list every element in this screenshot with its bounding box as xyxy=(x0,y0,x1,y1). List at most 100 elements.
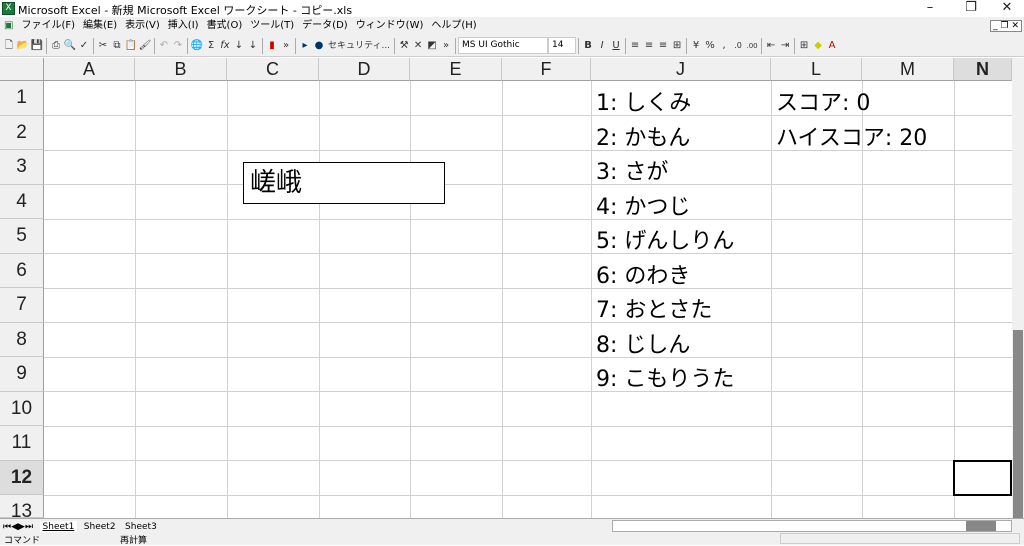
decrease-decimal-icon[interactable]: .00 xyxy=(745,37,759,55)
decrease-indent-icon[interactable]: ⇤ xyxy=(764,37,778,55)
security-button[interactable]: セキュリティ... xyxy=(326,37,392,55)
more-buttons-icon[interactable]: » xyxy=(279,37,293,55)
align-left-icon[interactable]: ≡ xyxy=(628,37,642,55)
column-header-a[interactable]: A xyxy=(44,58,135,81)
row-header-4[interactable]: 4 xyxy=(0,184,44,219)
restore-icon[interactable]: ❐ xyxy=(956,0,986,15)
underline-icon[interactable]: U xyxy=(609,37,623,55)
close-icon[interactable]: ✕ xyxy=(992,0,1022,15)
percent-icon[interactable]: % xyxy=(703,37,717,55)
column-header-d[interactable]: D xyxy=(319,58,410,81)
redo-icon[interactable]: ↷ xyxy=(171,37,185,55)
open-icon[interactable]: 📂 xyxy=(16,37,30,55)
menu-view[interactable]: 表示(V) xyxy=(121,17,164,35)
row-header-10[interactable]: 10 xyxy=(0,391,44,426)
cell-j1[interactable]: 1: しくみ xyxy=(596,85,691,117)
row-header-12[interactable]: 12 xyxy=(0,460,44,495)
cell-j5[interactable]: 5: げんしりん xyxy=(596,223,734,255)
sort-ascending-icon[interactable]: ↓ xyxy=(232,37,246,55)
workbook-window-controls[interactable]: _ ❐ ✕ xyxy=(990,20,1022,32)
run-macro-icon[interactable]: ▸ xyxy=(298,37,312,55)
menu-window[interactable]: ウィンドウ(W) xyxy=(352,17,428,35)
column-header-n[interactable]: N xyxy=(954,58,1012,81)
row-header-11[interactable]: 11 xyxy=(0,426,44,461)
spelling-icon[interactable]: ✓ xyxy=(77,37,91,55)
currency-icon[interactable]: ¥ xyxy=(689,37,703,55)
menu-format[interactable]: 書式(O) xyxy=(203,17,247,35)
vertical-scroll-thumb[interactable] xyxy=(1013,330,1023,518)
cell-j8[interactable]: 8: じしん xyxy=(596,327,690,359)
cell-j4[interactable]: 4: かつじ xyxy=(596,189,690,221)
cell-j3[interactable]: 3: さが xyxy=(596,154,668,186)
cell-l1[interactable]: スコア: 0 xyxy=(776,85,870,117)
sort-descending-icon[interactable]: ↓ xyxy=(246,37,260,55)
copy-icon[interactable]: ⧉ xyxy=(110,37,124,55)
menu-edit[interactable]: 編集(E) xyxy=(79,17,121,35)
column-header-f[interactable]: F xyxy=(502,58,591,81)
merge-center-icon[interactable]: ⊞ xyxy=(670,37,684,55)
row-header-1[interactable]: 1 xyxy=(0,81,44,116)
new-icon[interactable]: 🗋 xyxy=(2,37,16,55)
row-header-3[interactable]: 3 xyxy=(0,150,44,185)
row-header-9[interactable]: 9 xyxy=(0,357,44,392)
column-header-j[interactable]: J xyxy=(591,58,771,81)
control-toolbox-icon[interactable]: ⚒ xyxy=(397,37,411,55)
format-painter-icon[interactable]: 🖌 xyxy=(138,37,152,55)
autosum-icon[interactable]: Σ xyxy=(204,37,218,55)
bold-icon[interactable]: B xyxy=(581,37,595,55)
column-header-l[interactable]: L xyxy=(771,58,862,81)
column-header-m[interactable]: M xyxy=(862,58,954,81)
print-icon[interactable]: ⎙ xyxy=(49,37,63,55)
borders-icon[interactable]: ⊞ xyxy=(797,37,811,55)
paste-icon[interactable]: 📋 xyxy=(124,37,138,55)
align-right-icon[interactable]: ≡ xyxy=(656,37,670,55)
design-mode-icon[interactable]: ◩ xyxy=(425,37,439,55)
active-cell-n12[interactable] xyxy=(953,460,1012,496)
menu-tools[interactable]: ツール(T) xyxy=(246,17,298,35)
more-buttons-icon-2[interactable]: » xyxy=(439,37,453,55)
hyperlink-icon[interactable]: 🌐 xyxy=(190,37,204,55)
increase-indent-icon[interactable]: ⇥ xyxy=(778,37,792,55)
vertical-scrollbar[interactable] xyxy=(1012,58,1024,518)
row-header-2[interactable]: 2 xyxy=(0,115,44,150)
font-name-select[interactable]: MS UI Gothic xyxy=(458,37,549,54)
menu-data[interactable]: データ(D) xyxy=(298,17,352,35)
text-box[interactable]: 嵯峨 xyxy=(243,162,445,204)
save-icon[interactable]: 💾 xyxy=(30,37,44,55)
horizontal-scroll-thumb[interactable] xyxy=(966,521,996,531)
increase-decimal-icon[interactable]: .0 xyxy=(731,37,745,55)
cell-l2[interactable]: ハイスコア: 20 xyxy=(776,120,927,152)
row-header-5[interactable]: 5 xyxy=(0,219,44,254)
record-macro-icon[interactable]: ● xyxy=(312,37,326,55)
italic-icon[interactable]: I xyxy=(595,37,609,55)
print-preview-icon[interactable]: 🔍 xyxy=(63,37,77,55)
column-header-b[interactable]: B xyxy=(135,58,227,81)
workbook-icon[interactable]: ▣ xyxy=(0,17,17,35)
fill-color-icon[interactable]: ◆ xyxy=(811,37,825,55)
horizontal-scrollbar[interactable] xyxy=(612,520,1012,532)
cut-icon[interactable]: ✂ xyxy=(96,37,110,55)
chart-wizard-icon[interactable]: ▮ xyxy=(265,37,279,55)
cell-j9[interactable]: 9: こもりうた xyxy=(596,361,734,393)
column-header-e[interactable]: E xyxy=(410,58,502,81)
menu-insert[interactable]: 挿入(I) xyxy=(164,17,203,35)
menu-help[interactable]: ヘルプ(H) xyxy=(427,17,480,35)
cell-j6[interactable]: 6: のわき xyxy=(596,258,690,290)
cell-j7[interactable]: 7: おとさた xyxy=(596,292,712,324)
minimize-icon[interactable]: – xyxy=(915,0,945,15)
row-header-13[interactable]: 13 xyxy=(0,495,44,518)
font-size-select[interactable]: 14 xyxy=(548,37,577,54)
tools-icon[interactable]: ✕ xyxy=(411,37,425,55)
function-icon[interactable]: fx xyxy=(218,37,232,55)
select-all-corner[interactable] xyxy=(0,58,44,81)
row-header-7[interactable]: 7 xyxy=(0,288,44,323)
undo-icon[interactable]: ↶ xyxy=(157,37,171,55)
row-header-6[interactable]: 6 xyxy=(0,253,44,288)
align-center-icon[interactable]: ≡ xyxy=(642,37,656,55)
cell-j2[interactable]: 2: かもん xyxy=(596,120,690,152)
row-header-8[interactable]: 8 xyxy=(0,322,44,357)
column-header-c[interactable]: C xyxy=(227,58,319,81)
font-color-icon[interactable]: A xyxy=(825,37,839,55)
worksheet-grid[interactable]: A B C D E F J L M N 1 2 3 4 5 6 7 8 9 10 11 12 13 1:… xyxy=(0,58,1012,518)
comma-icon[interactable]: , xyxy=(717,37,731,55)
